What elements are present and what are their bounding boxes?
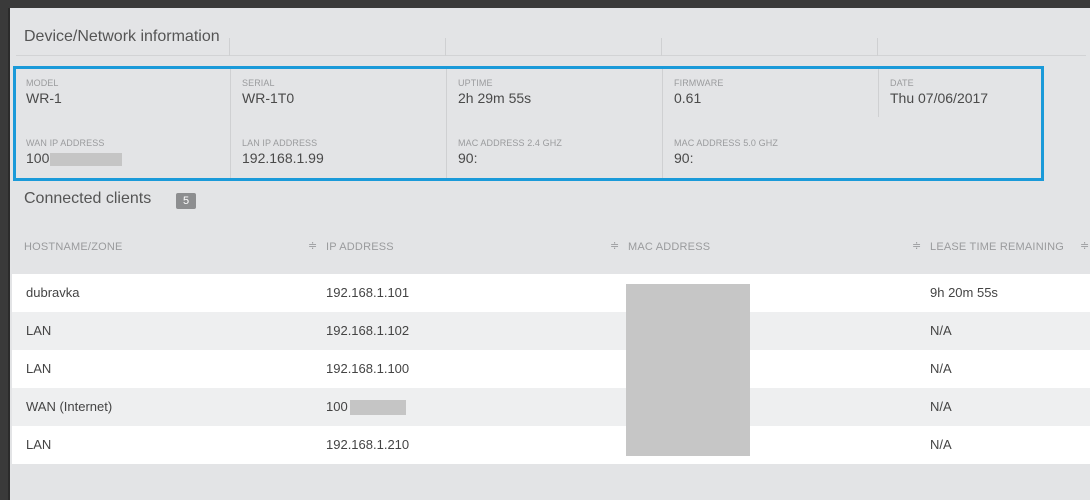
model-label: MODEL (26, 78, 59, 88)
header-mac[interactable]: MAC ADDRESS (628, 241, 710, 253)
ip-cell: 192.168.1.101 (326, 285, 410, 300)
column-divider (230, 69, 231, 178)
column-divider (662, 69, 663, 178)
table-row: LAN 192.168.1.102 N/A (12, 312, 1090, 350)
ip-cell: 100 (326, 399, 406, 416)
ip-cell: 192.168.1.210 (326, 437, 410, 452)
firmware-label: FIRMWARE (674, 78, 724, 88)
wan-ip-prefix: 100 (326, 399, 348, 414)
serial-value: WR-1T0 (242, 90, 295, 106)
mac-24-field: MAC ADDRESS 2.4 GHZ 90: (458, 138, 562, 166)
column-divider (229, 38, 230, 56)
table-row: WAN (Internet) 100 N/A (12, 388, 1090, 426)
column-divider (446, 69, 447, 178)
mac-50-label: MAC ADDRESS 5.0 GHZ (674, 138, 778, 148)
lan-ip-label: LAN IP ADDRESS (242, 138, 318, 148)
ip-cell: 192.168.1.100 (326, 361, 410, 376)
column-divider (878, 69, 879, 117)
hostname-cell: LAN (26, 361, 52, 376)
lan-ip-value: 192.168.1.99 (242, 150, 324, 166)
wan-ip-value: 100 (26, 150, 123, 166)
sort-icon[interactable]: ≑ (1080, 239, 1089, 252)
uptime-field: UPTIME 2h 29m 55s (458, 78, 531, 106)
date-value: Thu 07/06/2017 (890, 90, 989, 106)
header-ip[interactable]: IP ADDRESS (326, 241, 394, 253)
model-value: WR-1 (26, 90, 62, 106)
lease-cell: N/A (930, 399, 952, 414)
device-info-highlight: MODEL WR-1 SERIAL WR-1T0 UPTIME 2h 29m 5… (13, 66, 1044, 181)
lease-cell: N/A (930, 361, 952, 376)
mac-address-redaction (626, 284, 750, 456)
date-field: DATE Thu 07/06/2017 (890, 78, 988, 106)
lan-ip-field: LAN IP ADDRESS 192.168.1.99 (242, 138, 324, 166)
lease-cell: N/A (930, 437, 952, 452)
column-divider (445, 38, 446, 56)
mac-24-value: 90: (458, 150, 478, 166)
model-field: MODEL WR-1 (26, 78, 62, 106)
serial-field: SERIAL WR-1T0 (242, 78, 294, 106)
sort-icon[interactable]: ≑ (308, 239, 317, 252)
header-lease[interactable]: LEASE TIME REMAINING (930, 241, 1064, 253)
firmware-value: 0.61 (674, 90, 702, 106)
table-row: dubravka 192.168.1.101 9h 20m 55s (12, 274, 1090, 312)
firmware-field: FIRMWARE 0.61 (674, 78, 723, 106)
wan-ip-field: WAN IP ADDRESS 100 (26, 138, 123, 166)
serial-label: SERIAL (242, 78, 275, 88)
hostname-cell: LAN (26, 323, 52, 338)
redaction-block (50, 152, 123, 166)
header-hostname[interactable]: HOSTNAME/ZONE (24, 241, 123, 253)
table-row: LAN 192.168.1.210 N/A (12, 426, 1090, 464)
title-divider (16, 55, 1086, 56)
column-divider (877, 38, 878, 56)
redaction-block (349, 400, 406, 416)
uptime-label: UPTIME (458, 78, 493, 88)
lease-cell: N/A (930, 323, 952, 338)
sort-icon[interactable]: ≑ (912, 239, 921, 252)
uptime-value: 2h 29m 55s (458, 90, 532, 106)
hostname-cell: LAN (26, 437, 52, 452)
table-row: LAN 192.168.1.100 N/A (12, 350, 1090, 388)
connected-clients-title: Connected clients (24, 190, 152, 207)
client-count-badge: 5 (176, 193, 196, 209)
hostname-cell: WAN (Internet) (26, 399, 113, 414)
device-network-panel: Device/Network information MODEL WR-1 SE… (8, 8, 1090, 500)
mac-50-value: 90: (674, 150, 694, 166)
column-divider (661, 38, 662, 56)
hostname-cell: dubravka (26, 285, 80, 300)
lease-cell: 9h 20m 55s (930, 285, 998, 300)
date-label: DATE (890, 78, 914, 88)
wan-ip-label: WAN IP ADDRESS (26, 138, 105, 148)
mac-50-field: MAC ADDRESS 5.0 GHZ 90: (674, 138, 778, 166)
wan-ip-prefix: 100 (26, 150, 50, 166)
device-info-title: Device/Network information (24, 28, 220, 45)
ip-cell: 192.168.1.102 (326, 323, 410, 338)
sort-icon[interactable]: ≑ (610, 239, 619, 252)
mac-24-label: MAC ADDRESS 2.4 GHZ (458, 138, 562, 148)
